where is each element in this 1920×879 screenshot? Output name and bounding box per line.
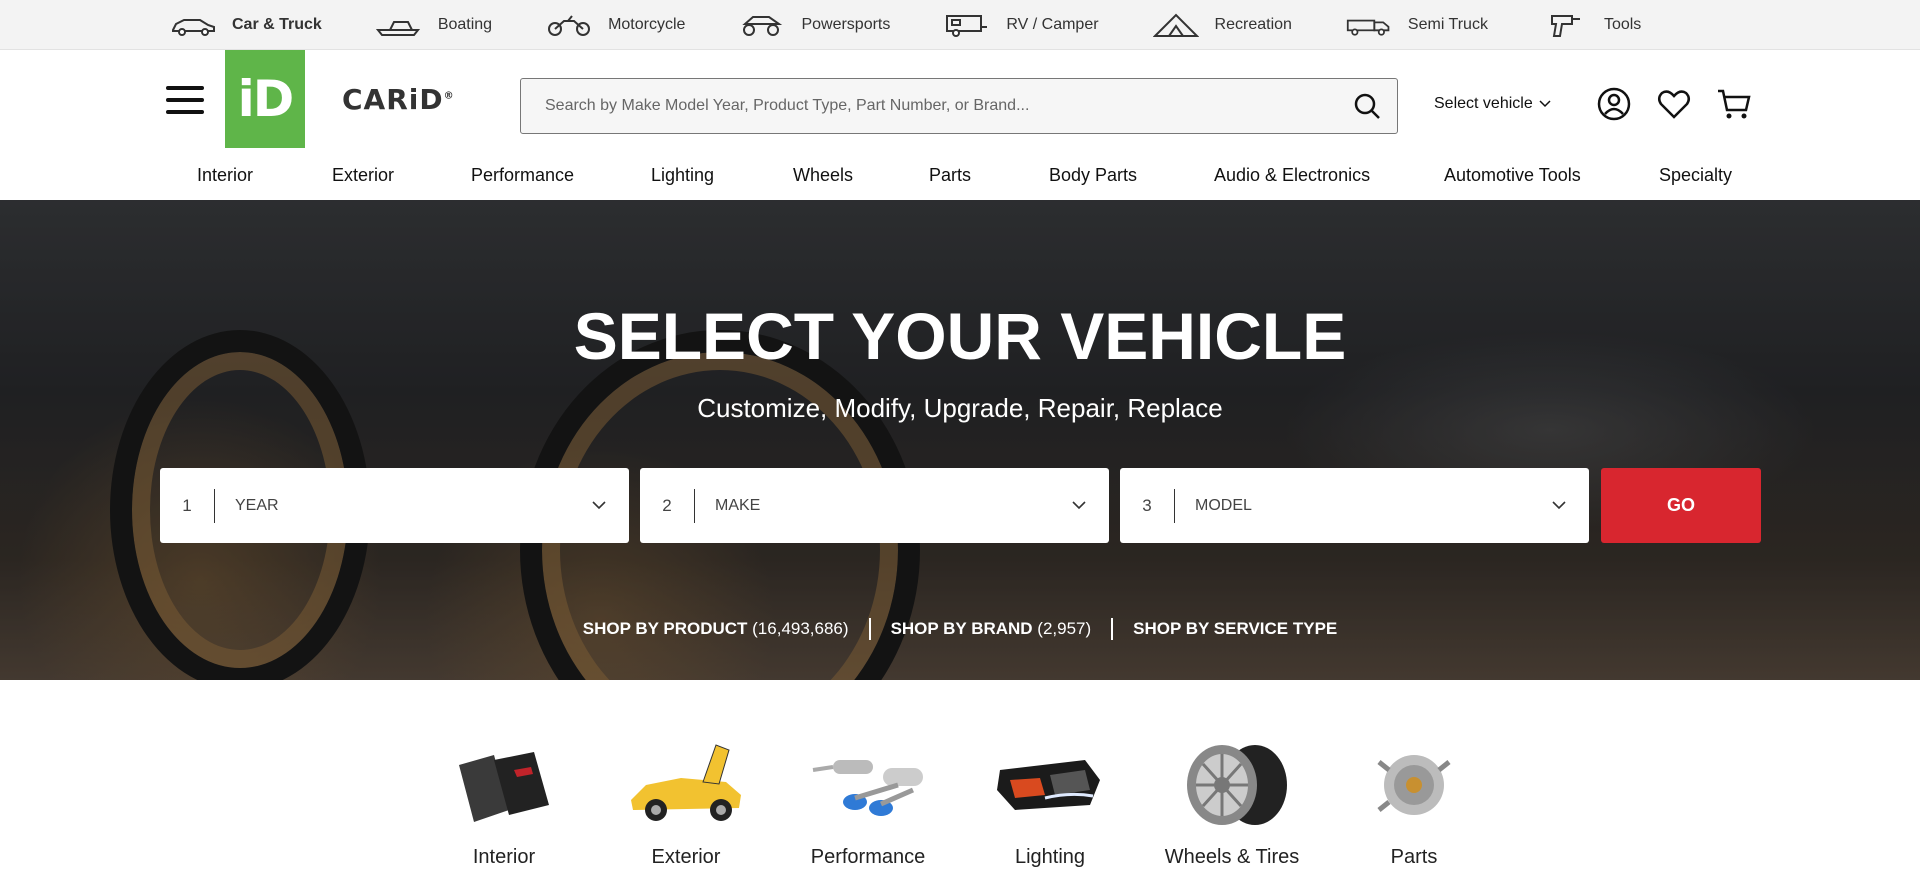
chevron-down-icon: [1049, 501, 1109, 510]
wishlist-heart-icon[interactable]: [1656, 86, 1692, 122]
chevron-down-icon: [1539, 100, 1551, 108]
nav-parts[interactable]: Parts: [929, 165, 971, 186]
select-vehicle-dropdown[interactable]: Select vehicle: [1434, 95, 1551, 113]
divider: [868, 618, 871, 640]
category-tile-label: Exterior: [651, 846, 721, 868]
step-number: 3: [1142, 495, 1152, 515]
year-select[interactable]: 1 YEAR: [160, 468, 629, 543]
year-select-label: YEAR: [235, 496, 279, 514]
category-tile-lighting[interactable]: Lighting: [980, 740, 1120, 869]
shop-by-brand-count: (2,957): [1032, 619, 1092, 638]
nav-interior[interactable]: Interior: [197, 165, 253, 186]
exhaust-icon: [803, 740, 933, 830]
semi-truck-icon: [1346, 19, 1390, 36]
category-tile-interior[interactable]: Interior: [434, 740, 574, 869]
vertical-label: Semi Truck: [1407, 15, 1488, 33]
search-icon[interactable]: [1337, 79, 1397, 133]
nav-audio-electronics[interactable]: Audio & Electronics: [1214, 165, 1370, 186]
model-select-label: MODEL: [1195, 496, 1252, 514]
tent-icon: [1152, 13, 1199, 37]
category-tile-label: Wheels & Tires: [1164, 846, 1300, 868]
shop-by-product-link[interactable]: SHOP BY PRODUCT (16,493,686): [583, 619, 849, 639]
step-number: 1: [182, 495, 192, 515]
category-tile-wheels-tires[interactable]: Wheels & Tires: [1162, 740, 1302, 869]
logo-wordmark: CARiD: [342, 83, 444, 116]
step-number: 2: [662, 495, 672, 515]
make-select-label: MAKE: [715, 496, 761, 514]
atv-icon: [742, 15, 783, 36]
logo-mark[interactable]: iD: [225, 50, 305, 148]
hero-overlay: [0, 200, 1920, 680]
hero-title: SELECT YOUR VEHICLE: [573, 299, 1347, 373]
vertical-semi-truck[interactable]: Semi Truck: [1346, 12, 1488, 38]
logo-text[interactable]: CARiD®: [342, 83, 455, 116]
nav-lighting[interactable]: Lighting: [651, 165, 714, 186]
vertical-motorcycle[interactable]: Motorcycle: [546, 12, 685, 38]
vertical-powersports[interactable]: Powersports: [739, 12, 890, 38]
vertical-label: Motorcycle: [608, 15, 686, 33]
shop-by-product-label: SHOP BY PRODUCT: [582, 619, 748, 638]
vertical-label: Car & Truck: [232, 15, 322, 33]
shop-by-links: SHOP BY PRODUCT (16,493,686) SHOP BY BRA…: [0, 618, 1920, 640]
wheel-tire-icon: [1167, 740, 1297, 830]
logo-mark-text: iD: [237, 70, 295, 128]
vertical-rv-camper[interactable]: RV / Camper: [944, 12, 1099, 38]
nav-exterior[interactable]: Exterior: [332, 165, 394, 186]
nav-wheels[interactable]: Wheels: [793, 165, 853, 186]
cart-icon[interactable]: [1716, 86, 1752, 122]
go-button[interactable]: GO: [1601, 468, 1761, 543]
category-tile-label: Interior: [472, 846, 536, 868]
shop-by-brand-label: SHOP BY BRAND: [890, 619, 1033, 638]
divider: [1111, 618, 1114, 640]
nav-specialty[interactable]: Specialty: [1659, 165, 1732, 186]
site-header: iD CARiD® Select vehicle: [0, 50, 1920, 150]
chevron-down-icon: [1529, 501, 1589, 510]
select-vehicle-label: Select vehicle: [1434, 95, 1533, 112]
hero-subtitle: Customize, Modify, Upgrade, Repair, Repl…: [697, 393, 1223, 423]
account-icon[interactable]: [1596, 86, 1632, 122]
nav-automotive-tools[interactable]: Automotive Tools: [1444, 165, 1581, 186]
sports-car-icon: [621, 740, 751, 830]
vertical-label: Powersports: [801, 15, 891, 33]
vertical-label: Recreation: [1214, 15, 1292, 33]
category-tile-label: Performance: [810, 846, 926, 868]
headlight-icon: [985, 740, 1115, 830]
category-tile-exterior[interactable]: Exterior: [616, 740, 756, 869]
vertical-tools[interactable]: Tools: [1542, 12, 1641, 38]
rv-icon: [946, 14, 988, 37]
search-input[interactable]: [521, 79, 1337, 133]
hero-banner: SELECT YOUR VEHICLE Customize, Modify, U…: [0, 200, 1920, 680]
drill-icon: [1550, 14, 1580, 37]
vertical-car-truck[interactable]: Car & Truck: [170, 12, 322, 38]
vertical-label: RV / Camper: [1006, 15, 1099, 33]
model-select[interactable]: 3 MODEL: [1120, 468, 1589, 543]
shop-by-product-count: (16,493,686): [747, 619, 849, 638]
make-select[interactable]: 2 MAKE: [640, 468, 1109, 543]
vertical-recreation[interactable]: Recreation: [1152, 12, 1292, 38]
menu-icon[interactable]: [166, 86, 204, 116]
search-bar: [520, 78, 1398, 134]
category-nav: Interior Exterior Performance Lighting W…: [0, 150, 1920, 200]
vertical-boating[interactable]: Boating: [375, 12, 493, 38]
category-tile-performance[interactable]: Performance: [798, 740, 938, 869]
category-tile-parts[interactable]: Parts: [1344, 740, 1484, 869]
chevron-down-icon: [569, 501, 629, 510]
car-icon: [172, 18, 215, 36]
shop-by-service-label: SHOP BY SERVICE TYPE: [1133, 619, 1338, 638]
alternator-icon: [1349, 740, 1479, 830]
vertical-nav: Car & Truck Boating Motorcycle Powerspor…: [0, 0, 1920, 50]
nav-performance[interactable]: Performance: [471, 165, 574, 186]
shop-by-brand-link[interactable]: SHOP BY BRAND (2,957): [891, 619, 1092, 639]
logo-reg: ®: [443, 90, 455, 102]
category-tile-label: Lighting: [1014, 846, 1086, 868]
motorcycle-icon: [548, 14, 591, 36]
category-tile-label: Parts: [1390, 846, 1438, 868]
shop-by-service-link[interactable]: SHOP BY SERVICE TYPE: [1133, 619, 1337, 639]
nav-body-parts[interactable]: Body Parts: [1049, 165, 1137, 186]
floor-mat-icon: [439, 740, 569, 830]
boat-icon: [375, 20, 420, 36]
vertical-label: Tools: [1603, 15, 1642, 33]
vertical-label: Boating: [437, 15, 493, 33]
